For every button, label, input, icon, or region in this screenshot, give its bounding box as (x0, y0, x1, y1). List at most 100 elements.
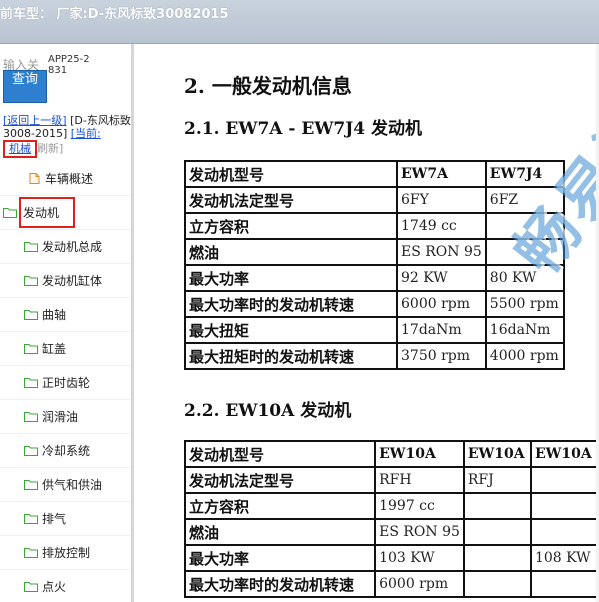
tree-item[interactable]: 排气 (0, 502, 131, 536)
tree-item-label: 发动机 (19, 197, 76, 228)
tree-item[interactable]: 车辆概述 (0, 162, 131, 196)
tree-item-label: 车辆概述 (45, 172, 94, 186)
tree-item[interactable]: 发动机总成 (0, 230, 131, 264)
table-row: 发动机法定型号 6FY 6FZ (184, 186, 565, 214)
current-category-link[interactable]: 机械 (3, 140, 37, 158)
spec-value: 17daNm (396, 316, 487, 344)
spec-label: 发动机法定型号 (183, 466, 377, 494)
spec-value (462, 544, 532, 572)
spec-value (529, 466, 599, 494)
page-title: 2. 一般发动机信息 (184, 74, 352, 98)
title-bar: 前车型： 厂家:D-东风标致30082015 (0, 0, 599, 44)
spec-value: 103 KW (374, 544, 465, 572)
sidebar: 输入关 APP25-2831 查询 [返回上一级] [D-东风标致3008-20… (0, 44, 134, 602)
app-code: APP25-2831 (48, 54, 90, 76)
spec-value: 108 KW (529, 544, 599, 572)
tree-item-label: 曲轴 (42, 308, 67, 322)
tree-item-label: 排气 (42, 512, 67, 526)
tree-item[interactable]: 发动机 (0, 196, 131, 230)
spec-value: 3750 rpm (396, 342, 487, 370)
table-row: 燃油 ES RON 95 (183, 518, 599, 546)
spec-value: EW7A (396, 160, 487, 188)
tree-item-label: 缸盖 (42, 342, 67, 356)
spec-value (462, 518, 532, 546)
spec-label: 发动机型号 (184, 160, 398, 188)
table-row: 最大扭矩 17daNm 16daNm (184, 316, 565, 344)
current-prefix: [当前: (70, 127, 101, 140)
refresh-link[interactable]: 刷新] (37, 142, 63, 155)
spec-value: ES RON 95 (396, 238, 487, 266)
folder-icon (24, 378, 38, 388)
tree-item[interactable]: 润滑油 (0, 400, 131, 434)
breadcrumb: [返回上一级] [D-东风标致3008-2015] [当前:机械 刷新] (3, 114, 131, 158)
spec-table: 发动机型号 EW10A EW10A EW10A 发动机法定型号 RFH RFJ 立方容积 199… (183, 440, 599, 598)
table-row: 发动机法定型号 RFH RFJ (183, 466, 599, 494)
tree-item[interactable]: 排放控制 (0, 536, 131, 570)
spec-value (484, 238, 565, 266)
spec-label: 最大功率 (183, 544, 377, 572)
table-row: 燃油 ES RON 95 (184, 238, 565, 266)
spec-value: 92 KW (396, 264, 487, 292)
spec-value: 6FZ (484, 186, 565, 214)
spec-value: RFJ (462, 466, 532, 494)
spec-label: 燃油 (184, 238, 398, 266)
spec-label: 立方容积 (183, 492, 377, 520)
spec-value: EW7J4 (484, 160, 565, 188)
spec-label: 最大扭矩时的发动机转速 (184, 342, 398, 370)
folder-icon (24, 242, 38, 252)
spec-label: 发动机型号 (183, 440, 377, 468)
table-row: 立方容积 1997 cc (183, 492, 599, 520)
tree-item[interactable]: 冷却系统 (0, 434, 131, 468)
folder-icon (24, 514, 38, 524)
tree-item-label: 润滑油 (42, 410, 79, 424)
folder-open-icon (3, 208, 17, 218)
spec-value: 6000 rpm (374, 570, 465, 598)
back-link[interactable]: [返回上一级] (3, 114, 67, 127)
spec-value: 4000 rpm (484, 342, 565, 370)
spec-value: 16daNm (484, 316, 565, 344)
folder-icon (24, 276, 38, 286)
spec-value (462, 570, 532, 598)
page-icon (29, 173, 40, 184)
folder-icon (24, 310, 38, 320)
spec-value (529, 518, 599, 546)
spec-value: EW10A (529, 440, 599, 468)
table-row: 最大扭矩时的发动机转速 3750 rpm 4000 rpm (184, 342, 565, 370)
table-row: 发动机型号 EW7A EW7J4 (184, 160, 565, 188)
table-row: 最大功率 103 KW 108 KW (183, 544, 599, 572)
tree-item[interactable]: 正时齿轮 (0, 366, 131, 400)
table-row: 最大功率时的发动机转速 6000 rpm 5500 rpm (184, 290, 565, 318)
tree-item-label: 排放控制 (42, 546, 91, 560)
spec-value: 1749 cc (396, 212, 487, 240)
folder-icon (24, 344, 38, 354)
spec-value (529, 492, 599, 520)
tree-item[interactable]: 点火 (0, 570, 131, 602)
spec-table: 发动机型号 EW7A EW7J4 发动机法定型号 6FY 6FZ 立方容积 1749 cc 燃油… (184, 160, 565, 370)
spec-label: 立方容积 (184, 212, 398, 240)
folder-icon (24, 582, 38, 592)
tree-item[interactable]: 曲轴 (0, 298, 131, 332)
spec-label: 最大扭矩 (184, 316, 398, 344)
spec-value: RFH (374, 466, 465, 494)
folder-icon (24, 480, 38, 490)
spec-label: 燃油 (183, 518, 377, 546)
tree-item[interactable]: 缸盖 (0, 332, 131, 366)
table-row: 立方容积 1749 cc (184, 212, 565, 240)
spec-value: 6000 rpm (396, 290, 487, 318)
current-vehicle-title: 前车型： 厂家:D-东风标致30082015 (0, 7, 229, 22)
section-title: 2.2. EW10A 发动机 (184, 401, 352, 421)
folder-icon (24, 412, 38, 422)
document-view: 2. 一般发动机信息 2.1. EW7A - EW7J4 发动机 发动机型号 EW… (137, 44, 599, 602)
tree-item-label: 正时齿轮 (42, 376, 91, 390)
spec-label: 最大功率 (184, 264, 398, 292)
spec-value (484, 212, 565, 240)
tree-item-label: 冷却系统 (42, 444, 91, 458)
tree-item-label: 点火 (42, 580, 67, 594)
spec-value: 80 KW (484, 264, 565, 292)
query-button[interactable]: 查询 (3, 70, 47, 103)
tree-item[interactable]: 供气和供油 (0, 468, 131, 502)
spec-value: 6FY (396, 186, 487, 214)
spec-value (529, 570, 599, 598)
tree-item[interactable]: 发动机缸体 (0, 264, 131, 298)
spec-value: 5500 rpm (484, 290, 565, 318)
